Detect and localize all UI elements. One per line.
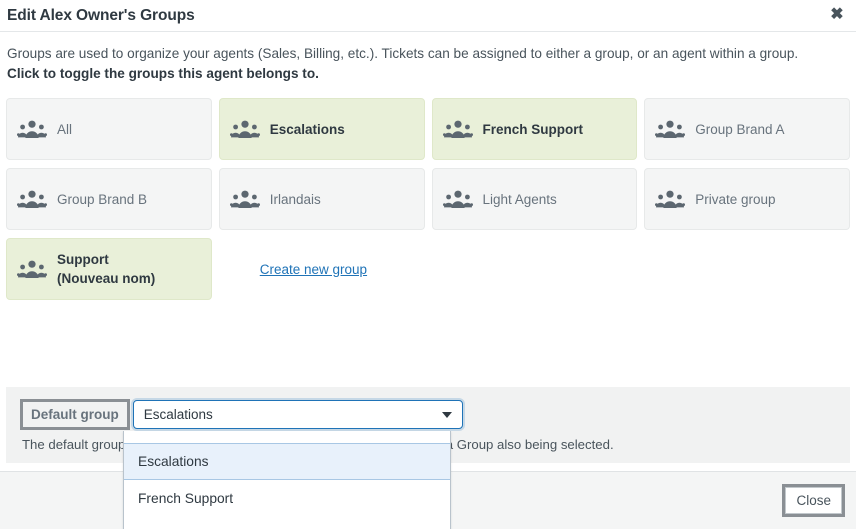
group-tile-label: Private group (695, 191, 776, 207)
group-tile-group-brand-a[interactable]: Group Brand A (644, 98, 850, 160)
create-new-group-cell: Create new group (219, 238, 425, 300)
option-item-escalations[interactable]: Escalations (124, 443, 450, 480)
group-tile-private-group[interactable]: Private group (644, 168, 850, 230)
default-group-label-box: Default group (20, 399, 130, 430)
default-group-select-wrap: Escalations (132, 400, 463, 429)
group-tile-group-brand-b[interactable]: Group Brand B (6, 168, 212, 230)
intro-text: Groups are used to organize your agents … (7, 46, 799, 61)
group-tile-label: Irlandais (269, 191, 321, 207)
group-tile-label: French Support (482, 121, 584, 137)
intro-description: Groups are used to organize your agents … (0, 32, 856, 84)
close-icon[interactable]: ✖ (826, 4, 848, 26)
group-tile-label: All (57, 121, 73, 137)
group-people-icon (17, 118, 47, 140)
group-people-icon (17, 188, 47, 210)
group-tile-escalations[interactable]: Escalations (218, 98, 425, 160)
group-people-icon (442, 118, 473, 140)
default-group-option-list[interactable]: Escalations French Support Support (Nouv… (123, 431, 451, 529)
modal-header: Edit Alex Owner's Groups ✖ (0, 0, 856, 32)
intro-text-bold: Click to toggle the groups this agent be… (7, 66, 319, 81)
group-tile-label: Escalations (269, 121, 345, 137)
modal-body: Groups are used to organize your agents … (0, 32, 856, 529)
group-people-icon (655, 188, 686, 210)
group-people-icon (655, 118, 686, 140)
group-people-icon (229, 118, 260, 140)
create-new-group-link[interactable]: Create new group (260, 262, 367, 277)
group-tile-irlandais[interactable]: Irlandais (218, 168, 425, 230)
chevron-down-icon (441, 411, 452, 418)
group-tile-support-nouveau-nom[interactable]: Support (Nouveau nom) (6, 238, 212, 300)
group-tile-grid: All Escalations French Support Group Bra… (0, 98, 856, 300)
close-button-focus-ring: Close (782, 484, 845, 517)
edit-groups-modal: Edit Alex Owner's Groups ✖ Groups are us… (0, 0, 856, 529)
group-people-icon (229, 188, 260, 210)
option-item-blank[interactable] (124, 431, 450, 443)
group-people-icon (442, 188, 473, 210)
close-button[interactable]: Close (785, 487, 842, 514)
group-tile-all[interactable]: All (6, 98, 212, 160)
page-title: Edit Alex Owner's Groups (7, 6, 195, 24)
group-tile-label: Group Brand A (695, 121, 785, 137)
option-item-support-nouveau-nom[interactable]: Support (Nouveau nom) (124, 517, 450, 529)
option-item-french-support[interactable]: French Support (124, 480, 450, 517)
default-group-row: Default group Escalations (16, 399, 840, 430)
default-group-label: Default group (31, 407, 119, 422)
group-people-icon (17, 258, 47, 280)
group-tile-label: Light Agents (482, 191, 557, 207)
group-tile-french-support[interactable]: French Support (431, 98, 638, 160)
group-tile-light-agents[interactable]: Light Agents (431, 168, 638, 230)
default-group-selected-value: Escalations (143, 407, 213, 422)
default-group-select[interactable]: Escalations (132, 400, 463, 429)
group-tile-label: Group Brand B (57, 191, 148, 207)
group-tile-label: Support (Nouveau nom) (57, 252, 156, 286)
